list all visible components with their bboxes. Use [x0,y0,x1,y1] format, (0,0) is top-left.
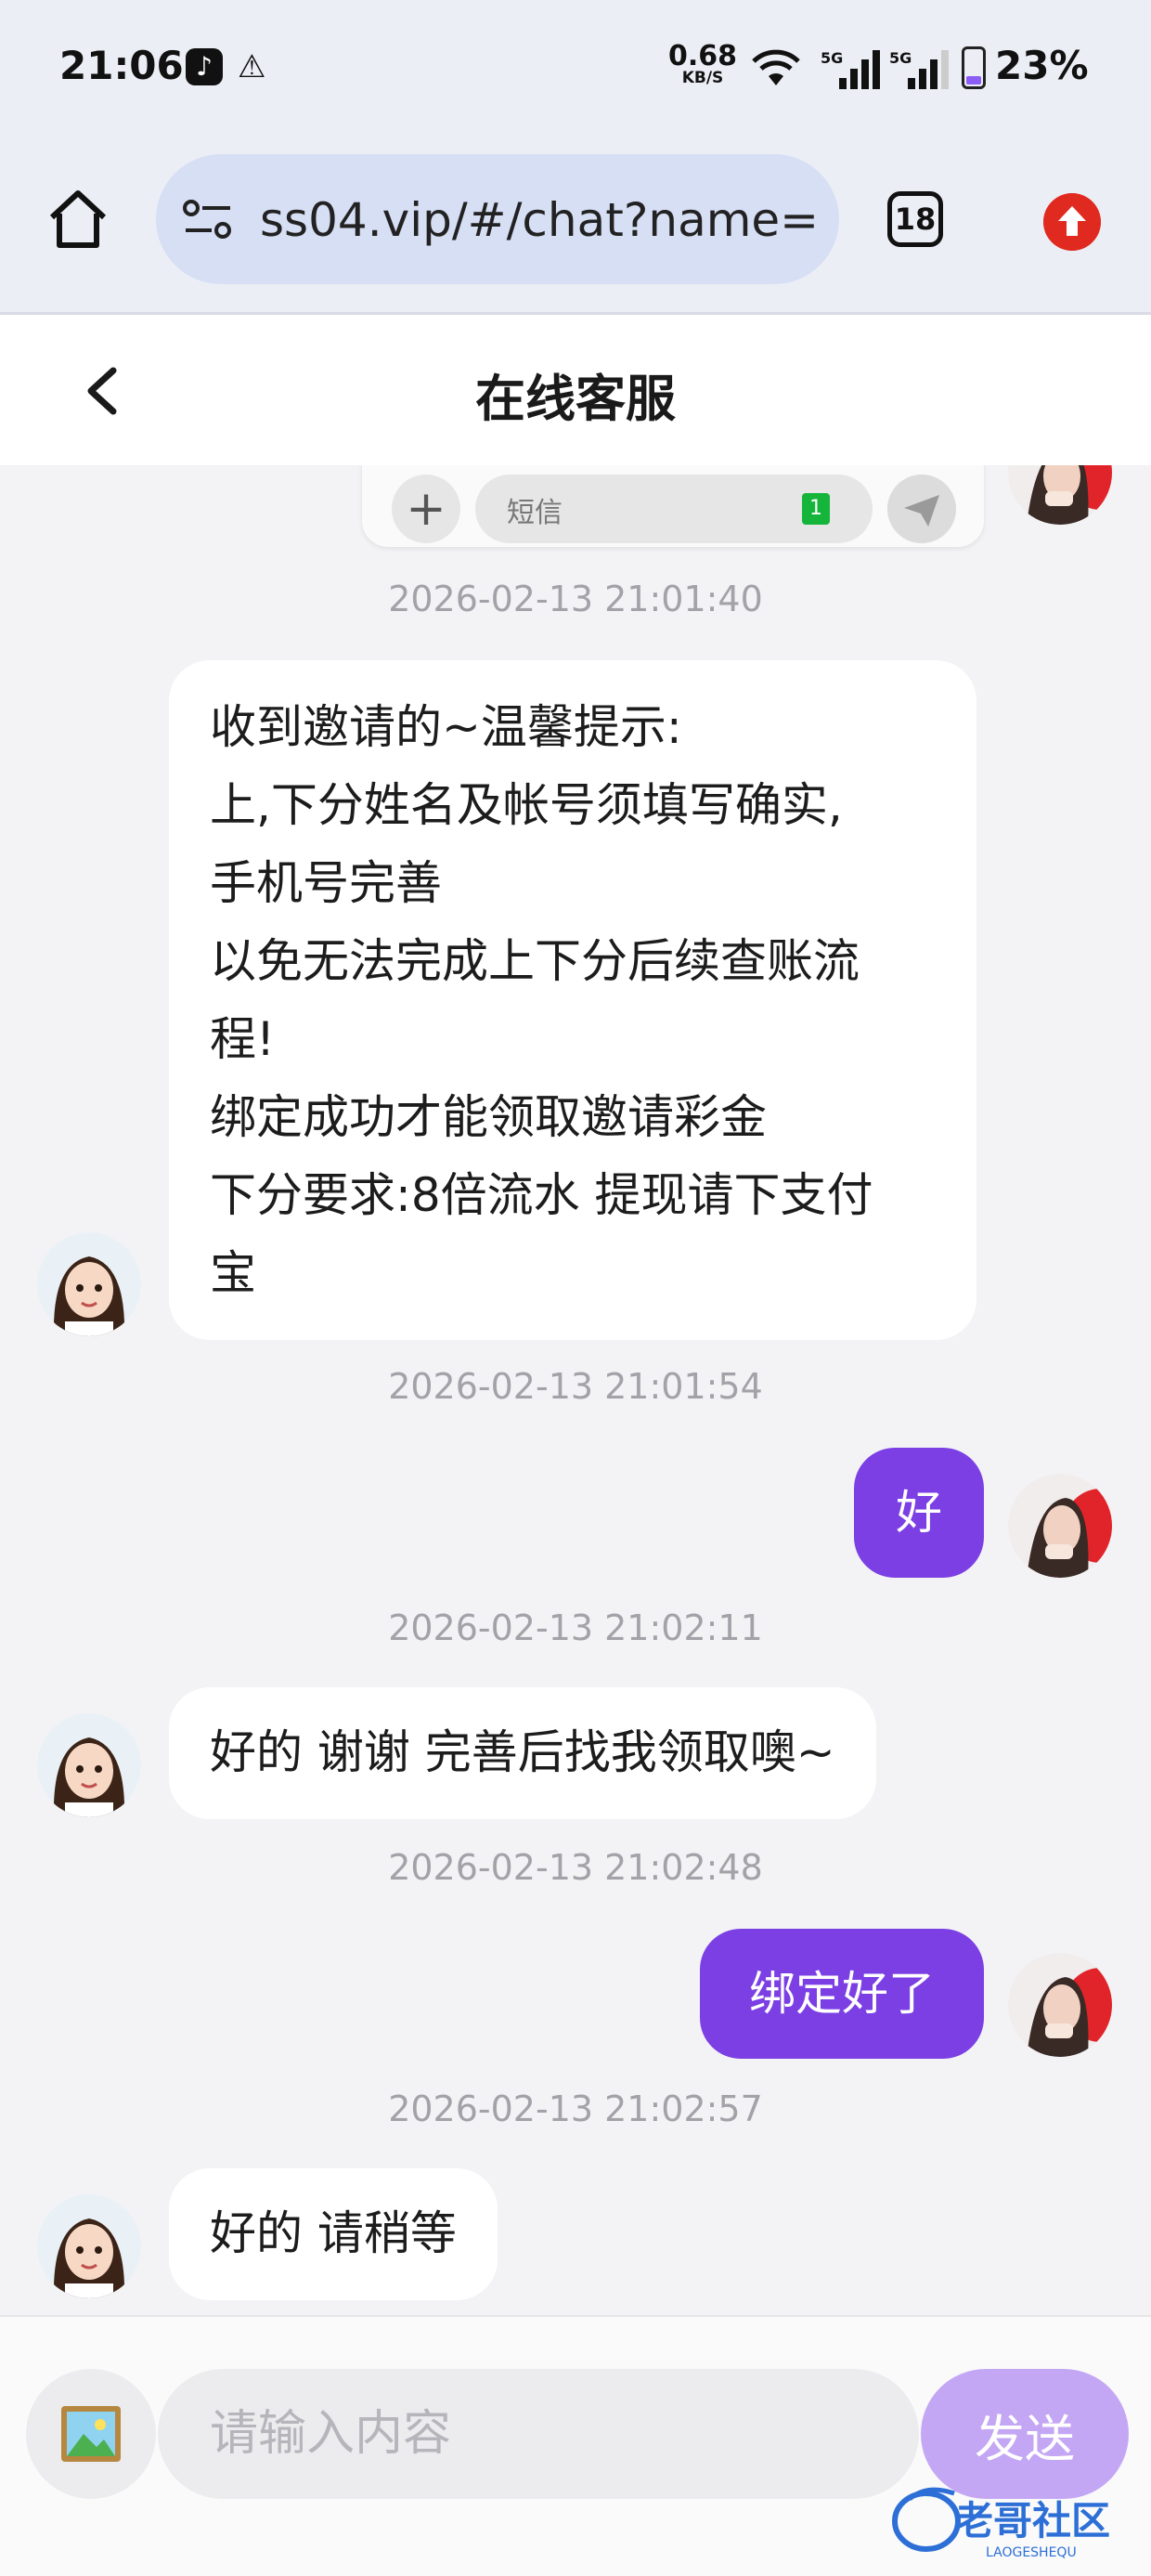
agent-message-bubble: 好的 请稍等 [169,2168,498,2300]
image-upload-button[interactable] [26,2369,156,2499]
message-input[interactable] [158,2369,919,2499]
message-line: 好 [896,1486,942,1540]
page-title: 在线客服 [475,370,676,428]
preview-input: 短信 1 [475,475,873,543]
send-icon [887,475,956,543]
message-line: 绑定好了 [749,1967,935,2021]
message-timestamp: 2026-02-13 21:01:40 [388,579,763,619]
user-avatar [1008,465,1112,525]
site-settings-icon[interactable] [182,197,234,241]
address-bar[interactable]: ss04.vip/#/chat?name= [156,154,839,284]
image-message-preview[interactable]: + 短信 1 [362,465,984,547]
cellular-signal-icon: 5G [889,49,949,89]
message-line: 程! [210,1012,276,1066]
agent-message-bubble: 收到邀请的~温馨提示: 上,下分姓名及帐号须填写确实, 手机号完善 以免无法完成… [169,660,976,1340]
network-speed-value: 0.68 [668,40,738,72]
browser-toolbar: ss04.vip/#/chat?name= 18 [0,139,1151,315]
tabs-count-button[interactable]: 18 [887,191,943,247]
user-avatar [1008,1953,1112,2057]
wifi-icon [752,49,800,85]
sig2-label: 5G [889,49,912,67]
sig1-label: 5G [821,49,843,67]
agent-message-bubble: 好的 谢谢 完善后找我领取噢~ [169,1687,876,1819]
message-timestamp: 2026-02-13 21:02:57 [388,2088,763,2129]
watermark-logo: 老哥社区 LAOGESHEQU [892,2487,1110,2560]
svg-text:老哥社区: 老哥社区 [954,2498,1110,2543]
message-timestamp: 2026-02-13 21:01:54 [388,1366,763,1407]
agent-avatar [37,1232,141,1336]
user-avatar [1008,1474,1112,1578]
message-line: 好的 谢谢 完善后找我领取噢~ [210,1725,835,1779]
message-list[interactable]: + 短信 1 2026-02-13 21:01:40 收到邀请的~温馨提示: 上… [0,465,1151,2315]
preview-input-placeholder: 短信 [507,497,563,529]
user-message-bubble: 绑定好了 [700,1929,984,2059]
status-bar: 21:06 ♪ ⚠ 0.68 KB/S 5G 5G 23% [0,0,1151,139]
message-line: 下分要求:8倍流水 提现请下支付 [210,1168,873,1222]
battery-icon [962,46,986,89]
url-text: ss04.vip/#/chat?name= [260,193,820,247]
message-timestamp: 2026-02-13 21:02:11 [388,1607,763,1648]
network-speed: 0.68 KB/S [668,43,737,86]
agent-avatar [37,1713,141,1817]
battery-percent: 23% [995,43,1089,88]
message-line: 宝 [210,1246,256,1300]
composer-bar: 发送 老哥社区 LAOGESHEQU [0,2315,1151,2576]
update-icon[interactable] [1043,193,1101,251]
message-line: 上,下分姓名及帐号须填写确实, [210,778,843,832]
message-line: 绑定成功才能领取邀请彩金 [210,1090,767,1144]
tiktok-notification-icon: ♪ [186,48,223,85]
user-message-bubble: 好 [854,1448,984,1578]
message-timestamp: 2026-02-13 21:02:48 [388,1847,763,1888]
agent-avatar [37,2194,141,2298]
cellular-signal-icon: 5G [821,49,880,89]
message-line: 好的 请稍等 [210,2206,457,2260]
message-line: 手机号完善 [210,856,442,910]
chat-header: 在线客服 [0,315,1151,465]
network-speed-unit: KB/S [681,69,724,87]
image-icon [61,2406,121,2462]
sim-badge: 1 [802,493,830,525]
home-icon[interactable] [45,186,111,253]
message-line: 收到邀请的~温馨提示: [210,700,682,754]
plus-icon: + [392,475,460,543]
status-time: 21:06 [59,43,184,88]
svg-text:LAOGESHEQU: LAOGESHEQU [986,2545,1077,2560]
warning-icon: ⚠ [238,48,266,85]
message-line: 以免无法完成上下分后续查账流 [210,934,860,988]
